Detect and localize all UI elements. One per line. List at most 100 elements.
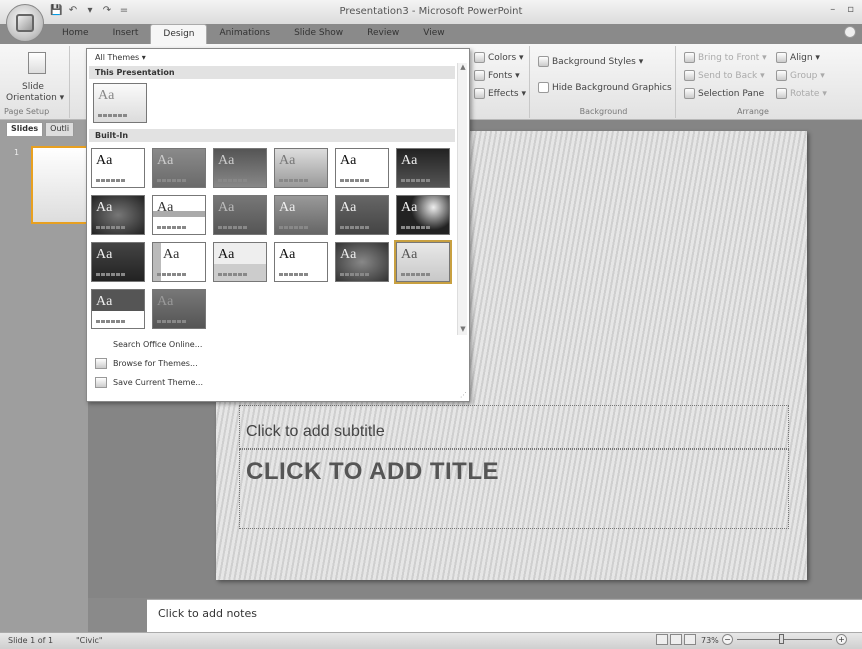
tab-insert[interactable]: Insert	[101, 24, 151, 44]
minimize-button[interactable]: –	[830, 4, 835, 15]
slide-orientation-icon[interactable]	[28, 52, 46, 74]
tab-slide-show[interactable]: Slide Show	[282, 24, 355, 44]
theme-color-bar	[401, 273, 431, 276]
gallery-scrollbar[interactable]: ▲ ▼	[457, 63, 467, 335]
view-buttons	[656, 634, 696, 645]
slide-orientation-label-2[interactable]: Orientation ▾	[6, 93, 64, 103]
theme-12[interactable]: Aa	[396, 195, 450, 235]
bring-to-front-button[interactable]: Bring to Front ▾	[684, 52, 767, 63]
slide-sorter-view-button[interactable]	[670, 634, 682, 645]
page-setup-group: Slide Orientation ▾ Page Setup	[2, 46, 70, 118]
tab-design[interactable]: Design	[150, 24, 208, 44]
background-styles-button[interactable]: Background Styles ▾	[538, 56, 643, 67]
colors-button[interactable]: Colors ▾	[474, 52, 524, 63]
rotate-label: Rotate ▾	[790, 88, 827, 99]
theme-7[interactable]: Aa	[91, 195, 145, 235]
built-in-heading: Built-In	[89, 129, 455, 142]
tab-home[interactable]: Home	[50, 24, 101, 44]
theme-sample-text: Aa	[401, 153, 418, 168]
hide-background-graphics-checkbox[interactable]: Hide Background Graphics	[538, 82, 672, 93]
theme-19[interactable]: Aa	[91, 289, 145, 329]
effects-button[interactable]: Effects ▾	[474, 88, 526, 99]
theme-current[interactable]: Aa	[93, 83, 147, 123]
zoom-slider-thumb[interactable]	[779, 634, 784, 644]
theme-17[interactable]: Aa	[335, 242, 389, 282]
slide-thumbnail[interactable]	[31, 146, 89, 224]
zoom-slider-track[interactable]	[737, 639, 832, 640]
slide-show-view-button[interactable]	[684, 634, 696, 645]
align-button[interactable]: Align ▾	[776, 52, 820, 63]
theme-sample-text: Aa	[401, 200, 418, 215]
colors-icon	[474, 52, 485, 63]
all-themes-filter[interactable]: All Themes ▾	[95, 53, 146, 62]
theme-sample-text: Aa	[401, 247, 418, 262]
zoom-level[interactable]: 73%	[701, 636, 719, 645]
effects-icon	[474, 88, 485, 99]
theme-5[interactable]: Aa	[335, 148, 389, 188]
save-current-theme-item[interactable]: Save Current Theme...	[95, 377, 203, 388]
window-title: Presentation3 - Microsoft PowerPoint	[339, 6, 523, 17]
theme-9[interactable]: Aa	[213, 195, 267, 235]
theme-color-bar	[98, 114, 128, 117]
tab-view[interactable]: View	[411, 24, 456, 44]
theme-sample-text: Aa	[157, 153, 174, 168]
align-label: Align ▾	[790, 52, 820, 63]
maximize-button[interactable]: ▫	[847, 4, 854, 15]
tab-animations[interactable]: Animations	[207, 24, 282, 44]
theme-office[interactable]: Aa	[91, 148, 145, 188]
theme-sample-text: Aa	[218, 247, 235, 262]
notes-placeholder: Click to add notes	[158, 607, 257, 620]
theme-sample-text: Aa	[96, 153, 113, 168]
tab-outline[interactable]: Outli	[45, 122, 75, 136]
scroll-down-icon[interactable]: ▼	[458, 325, 468, 335]
help-icon[interactable]	[844, 26, 856, 38]
selection-pane-icon	[684, 88, 695, 99]
zoom-in-button[interactable]: +	[836, 634, 847, 645]
scroll-up-icon[interactable]: ▲	[458, 63, 468, 73]
theme-2[interactable]: Aa	[152, 148, 206, 188]
theme-10[interactable]: Aa	[274, 195, 328, 235]
theme-6[interactable]: Aa	[396, 148, 450, 188]
theme-color-bar	[157, 320, 187, 323]
send-to-back-button[interactable]: Send to Back ▾	[684, 70, 765, 81]
rotate-button[interactable]: Rotate ▾	[776, 88, 827, 99]
theme-11[interactable]: Aa	[335, 195, 389, 235]
background-label: Background	[579, 107, 628, 116]
background-styles-icon	[538, 56, 549, 67]
theme-14[interactable]: Aa	[152, 242, 206, 282]
office-button[interactable]	[6, 4, 44, 42]
zoom-out-button[interactable]: −	[722, 634, 733, 645]
slide-orientation-label[interactable]: Slide	[22, 82, 44, 92]
theme-16[interactable]: Aa	[274, 242, 328, 282]
theme-options-group: Colors ▾ Fonts ▾ Effects ▾	[470, 46, 530, 118]
theme-color-bar	[218, 179, 248, 182]
theme-13[interactable]: Aa	[91, 242, 145, 282]
arrange-label: Arrange	[737, 107, 769, 116]
save-theme-icon	[95, 377, 107, 388]
selection-pane-button[interactable]: Selection Pane	[684, 88, 764, 99]
theme-color-bar	[340, 226, 370, 229]
group-button[interactable]: Group ▾	[776, 70, 825, 81]
theme-3[interactable]: Aa	[213, 148, 267, 188]
tab-review[interactable]: Review	[355, 24, 411, 44]
theme-8[interactable]: Aa	[152, 195, 206, 235]
browse-for-themes-item[interactable]: Browse for Themes...	[95, 358, 198, 369]
theme-sample-text: Aa	[157, 294, 174, 309]
theme-color-bar	[401, 179, 431, 182]
theme-4[interactable]: Aa	[274, 148, 328, 188]
theme-20[interactable]: Aa	[152, 289, 206, 329]
theme-sample-text: Aa	[157, 200, 174, 215]
theme-15[interactable]: Aa	[213, 242, 267, 282]
resize-grip-icon[interactable]: ⋰	[460, 391, 467, 399]
search-office-online-item[interactable]: Search Office Online...	[95, 339, 202, 350]
theme-color-bar	[279, 273, 309, 276]
normal-view-button[interactable]	[656, 634, 668, 645]
theme-sample-text: Aa	[279, 200, 296, 215]
tab-slides[interactable]: Slides	[6, 122, 44, 136]
theme-color-bar	[340, 179, 370, 182]
theme-sample-text: Aa	[163, 247, 180, 262]
theme-civic[interactable]: Aa	[394, 240, 452, 284]
bring-to-front-label: Bring to Front ▾	[698, 52, 767, 63]
fonts-button[interactable]: Fonts ▾	[474, 70, 520, 81]
browse-for-themes-label: Browse for Themes...	[113, 359, 198, 368]
